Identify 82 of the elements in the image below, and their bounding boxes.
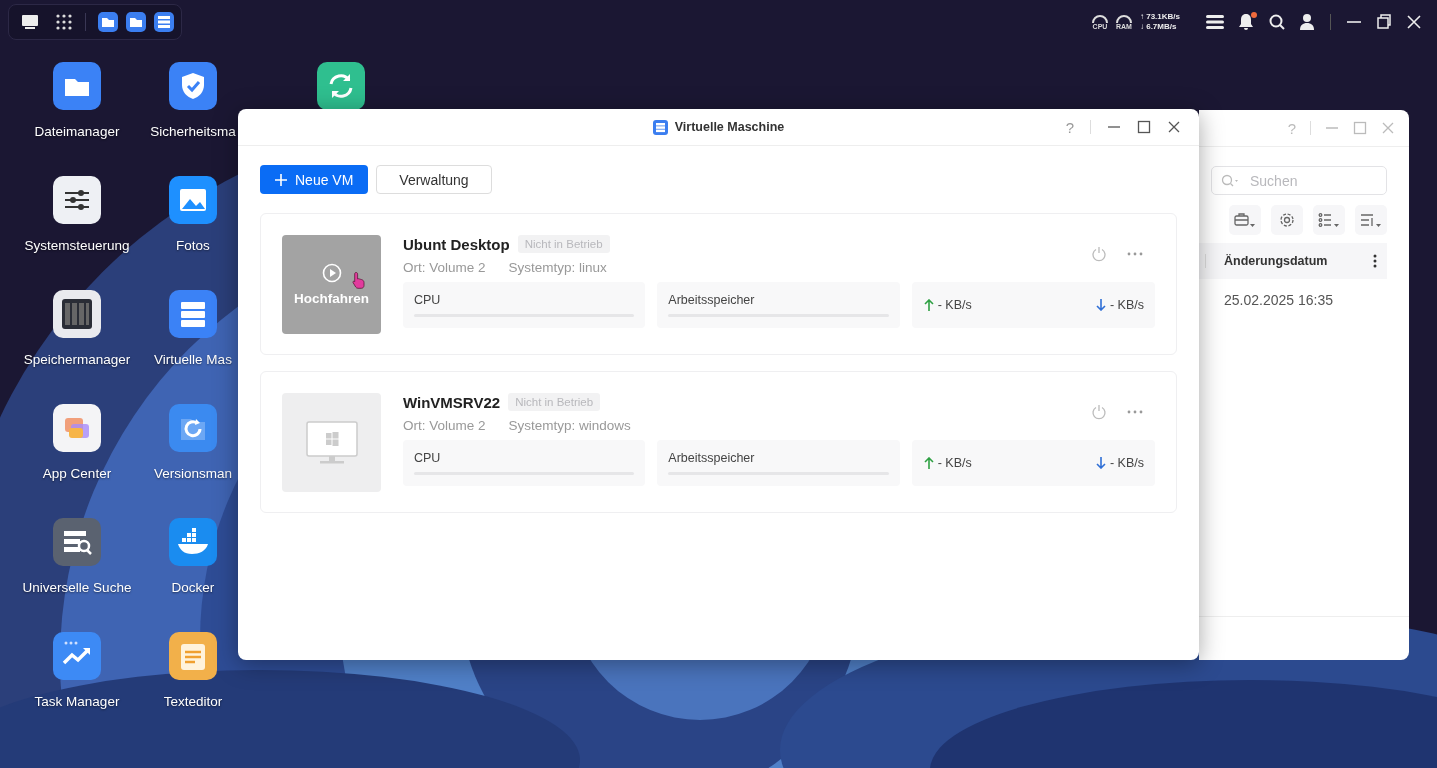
- upload-arrow-icon: [923, 299, 934, 311]
- overlapping-squares-icon[interactable]: [53, 404, 101, 452]
- search-list-icon[interactable]: [53, 518, 101, 566]
- upload-arrow-icon: [923, 457, 934, 469]
- status-badge: Nicht in Betrieb: [508, 393, 601, 411]
- app-label: Sicherheitsma: [150, 124, 236, 139]
- list-icon[interactable]: [1206, 13, 1224, 30]
- help-button[interactable]: ?: [1065, 118, 1074, 136]
- vm-start-overlay[interactable]: Hochfahren: [282, 235, 381, 334]
- vm-system-type: Systemtyp: windows: [508, 418, 631, 433]
- meter-label: CPU: [414, 293, 442, 307]
- table-cell: 25.02.2025 16:35: [1224, 292, 1333, 308]
- server-stack-icon[interactable]: [154, 11, 174, 32]
- app-label: Speichermanager: [23, 352, 131, 367]
- app-label: Systemsteuerung: [24, 238, 130, 253]
- gauge-icon: [1090, 12, 1109, 23]
- gauge-icon: [1114, 12, 1133, 23]
- restore-folder-icon[interactable]: [169, 404, 217, 452]
- upload-rate: - KB/s: [937, 298, 972, 312]
- notepad-icon[interactable]: [169, 632, 217, 680]
- app-label: Universelle Suche: [22, 580, 132, 595]
- monitor-icon: [305, 420, 358, 465]
- sort-button[interactable]: [1355, 205, 1387, 235]
- briefcase-dropdown-button[interactable]: [1229, 205, 1261, 235]
- meter-label: Arbeitsspeicher: [668, 451, 756, 465]
- help-button[interactable]: ?: [1287, 119, 1296, 137]
- folder-icon[interactable]: [53, 62, 101, 110]
- vm-location: Ort: Volume 2: [403, 260, 486, 275]
- briefcase-icon: [1234, 212, 1256, 228]
- sort-icon: [1360, 212, 1382, 228]
- upload-rate: - KB/s: [937, 456, 972, 470]
- app-label: Task Manager: [34, 694, 120, 709]
- download-rate: - KB/s: [1109, 456, 1144, 470]
- desktop-icon[interactable]: [21, 13, 39, 30]
- window-title: Virtuelle Maschine: [674, 120, 785, 134]
- download-arrow-icon: [1095, 457, 1106, 469]
- vm-location: Ort: Volume 2: [403, 418, 486, 433]
- maximize-icon[interactable]: [1137, 120, 1151, 134]
- vm-system-type: Systemtyp: linux: [508, 260, 607, 275]
- drive-bays-icon[interactable]: [53, 290, 101, 338]
- app-label: Virtuelle Mas: [154, 352, 232, 367]
- upload-rate: ↑ 73.1KB/s: [1139, 11, 1180, 22]
- settings-button[interactable]: [1271, 205, 1303, 235]
- download-rate: - KB/s: [1109, 298, 1144, 312]
- app-label: App Center: [42, 466, 112, 481]
- sliders-icon[interactable]: [53, 176, 101, 224]
- photo-icon[interactable]: [169, 176, 217, 224]
- folder-icon[interactable]: [126, 11, 146, 32]
- app-label: Docker: [171, 580, 215, 595]
- folder-icon[interactable]: [98, 11, 118, 32]
- app-grid-icon[interactable]: [55, 12, 73, 31]
- plus-icon: [275, 173, 287, 186]
- settings-icon: [1279, 212, 1295, 228]
- download-arrow-icon: [1095, 299, 1106, 311]
- management-button[interactable]: Verwaltung: [376, 165, 492, 194]
- new-vm-button[interactable]: Neue VM: [260, 165, 369, 194]
- column-header: Änderungsdatum: [1224, 254, 1329, 268]
- app-label: Fotos: [176, 238, 210, 253]
- meter-label: Arbeitsspeicher: [668, 293, 756, 307]
- server-stack-icon[interactable]: [169, 290, 217, 338]
- search-field[interactable]: Suchen: [1211, 166, 1387, 195]
- meter-label: CPU: [414, 451, 442, 465]
- close-icon[interactable]: [1405, 12, 1423, 31]
- hand-cursor-icon: [352, 271, 366, 289]
- chart-icon[interactable]: [53, 632, 101, 680]
- app-label: Dateimanager: [34, 124, 120, 139]
- app-icon: [652, 119, 668, 135]
- app-label: Versionsman: [153, 466, 232, 481]
- user-icon[interactable]: [1298, 12, 1316, 31]
- sync-folder-icon[interactable]: [317, 62, 365, 110]
- vm-name: WinVMSRV22: [403, 393, 501, 411]
- search-icon[interactable]: [1268, 12, 1286, 31]
- list-icon: [1318, 212, 1340, 228]
- shield-icon[interactable]: [169, 62, 217, 110]
- list-view-button[interactable]: [1313, 205, 1345, 235]
- bell-icon[interactable]: [1236, 11, 1256, 32]
- download-rate: ↓ 6.7MB/s: [1139, 21, 1178, 32]
- vm-name: Ubunt Desktop: [403, 235, 510, 253]
- app-label: Texteditor: [163, 694, 223, 709]
- close-icon[interactable]: [1167, 120, 1181, 134]
- restore-icon[interactable]: [1375, 12, 1393, 31]
- whale-icon[interactable]: [169, 518, 217, 566]
